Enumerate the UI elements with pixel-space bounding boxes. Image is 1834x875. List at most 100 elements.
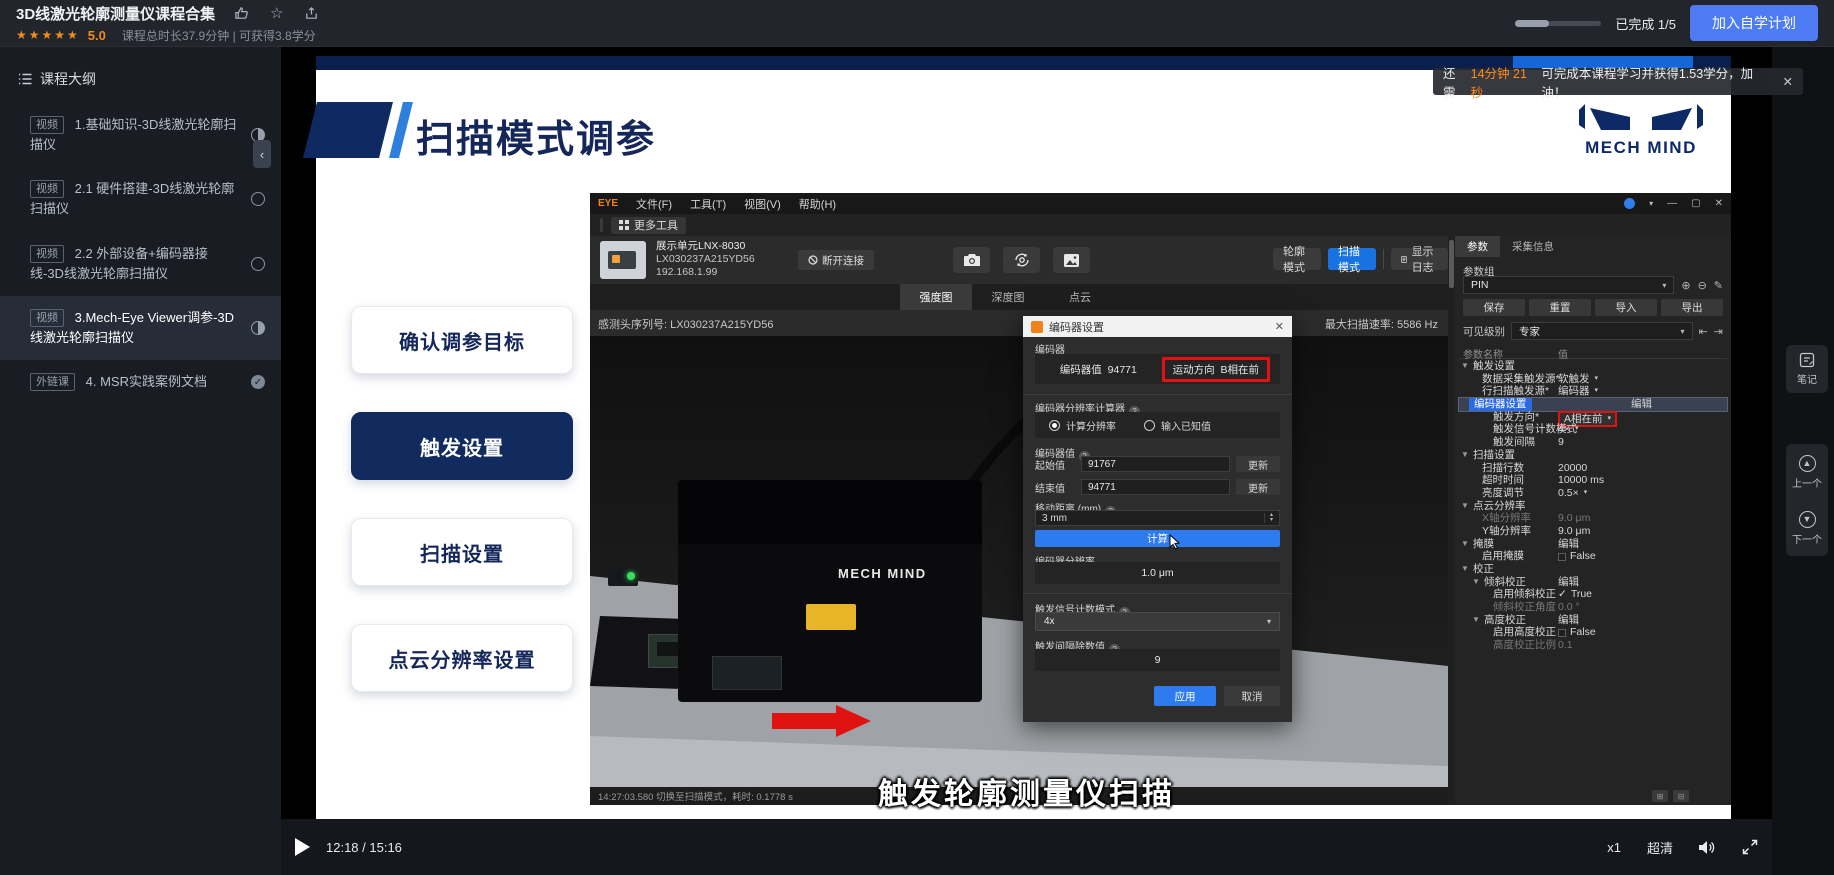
favorite-star-icon[interactable]: ☆ — [268, 5, 285, 22]
parameter-row[interactable]: ▼ 校正 ✓ ▾ — [1459, 563, 1727, 576]
window-maximize-button[interactable]: ▢ — [1691, 198, 1700, 209]
parameter-value[interactable]: ✓ 软触发▾ — [1558, 373, 1725, 386]
menu-file[interactable]: 文件(F) — [636, 196, 672, 212]
divisor-value[interactable]: 9 — [1035, 649, 1280, 671]
window-close-button[interactable]: ✕ — [1715, 198, 1723, 209]
like-icon[interactable] — [233, 5, 250, 22]
count-mode-dropdown[interactable]: 4x▾ — [1035, 612, 1280, 631]
parameter-row[interactable]: ▼ 触发方向* ✓ A相在前▾ — [1459, 411, 1727, 424]
end-value-input[interactable]: 94771 — [1081, 479, 1230, 495]
account-avatar-icon[interactable] — [1624, 198, 1635, 209]
dialog-close-button[interactable]: ✕ — [1275, 320, 1284, 333]
parameter-value[interactable]: ✓ 20000▾ — [1558, 462, 1725, 475]
disconnect-button[interactable]: 断开连接 — [798, 250, 874, 270]
parameter-row[interactable]: ▼ 超时时间 ✓ 10000 ms▾ — [1459, 474, 1727, 487]
parameter-group-select[interactable]: PIN▾ — [1463, 276, 1674, 294]
import-button[interactable]: 导入 — [1595, 299, 1657, 316]
radio-calc-resolution[interactable]: 计算分辨率 — [1049, 418, 1116, 433]
reset-button[interactable]: 重置 — [1529, 299, 1591, 316]
parameter-row[interactable]: ▼ 倾斜校正 ✓ 编辑▾ — [1459, 576, 1727, 589]
expand-arrow-icon[interactable]: ▼ — [1461, 449, 1469, 462]
collapse-all-icon[interactable]: ⇤ — [1699, 325, 1708, 338]
parameter-value[interactable]: ✓ False▾ — [1558, 626, 1725, 639]
parameter-value[interactable]: ✓ 4×▾ — [1558, 423, 1725, 436]
more-tools-button[interactable]: 更多工具 — [611, 217, 686, 234]
parameter-row[interactable]: ▼ 倾斜校正角度 ✓ 0.0 °▾ — [1459, 601, 1727, 614]
parameter-row[interactable]: ▼ 触发设置 ✓ ▾ — [1459, 360, 1727, 373]
calculate-button[interactable]: 计算 — [1035, 530, 1280, 547]
menu-tools[interactable]: 工具(T) — [690, 196, 726, 212]
parameter-row[interactable]: ▼ 启用高度校正 ✓ False▾ — [1459, 626, 1727, 639]
fullscreen-icon[interactable] — [1742, 839, 1758, 855]
notification-close-icon[interactable]: ✕ — [1783, 74, 1793, 89]
continuous-capture-button[interactable] — [1003, 247, 1040, 273]
parameter-row[interactable]: ▼ Y轴分辨率 ✓ 9.0 μm▾ — [1459, 525, 1727, 538]
parameter-row[interactable]: ▼ 编码器设置 ✓ 编辑▾ — [1459, 398, 1727, 411]
parameter-row[interactable]: ▼ 扫描行数 ✓ 20000▾ — [1459, 462, 1727, 475]
parameter-row[interactable]: ▼ 点云分辨率 ✓ ▾ — [1459, 500, 1727, 513]
quality-button[interactable]: 超清 — [1647, 838, 1673, 857]
tab-acquisition-info[interactable]: 采集信息 — [1500, 236, 1566, 257]
expand-arrow-icon[interactable]: ▼ — [1472, 576, 1480, 589]
parameter-row[interactable]: ▼ 启用倾斜校正 ✓ True▾ — [1459, 588, 1727, 601]
remove-group-icon[interactable]: ⊖ — [1698, 279, 1707, 292]
parameter-row[interactable]: ▼ 扫描设置 ✓ ▾ — [1459, 449, 1727, 462]
update-end-button[interactable]: 更新 — [1236, 479, 1280, 495]
parameter-row[interactable]: ▼ 高度校正比例 ✓ 0.1▾ — [1459, 639, 1727, 652]
sidebar-collapse-button[interactable]: ‹ — [253, 140, 271, 168]
show-log-button[interactable]: 显示日志 — [1391, 248, 1448, 270]
account-dropdown-arrow[interactable]: ▾ — [1649, 199, 1653, 208]
apply-button[interactable]: 应用 — [1154, 686, 1216, 706]
parameter-value[interactable]: ✓ 9▾ — [1558, 436, 1725, 449]
expand-arrow-icon[interactable]: ▼ — [1461, 563, 1469, 576]
course-outline-item[interactable]: 视频 2.1 硬件搭建-3D线激光轮廓扫描仪 — [0, 167, 281, 231]
distance-spinner[interactable]: 3 mm ▴▾ — [1035, 510, 1280, 526]
expand-all-icon[interactable]: ⇥ — [1714, 325, 1723, 338]
slide-menu-button[interactable]: 触发设置 — [351, 412, 573, 480]
view-tab[interactable]: 点云 — [1044, 284, 1116, 310]
expand-arrow-icon[interactable]: ▼ — [1461, 538, 1469, 551]
parameter-row[interactable]: ▼ 行扫描触发源* ✓ 编码器▾ — [1459, 385, 1727, 398]
parameter-value[interactable]: ✓ 编辑▾ — [1558, 398, 1725, 411]
parameter-row[interactable]: ▼ 启用掩膜 ✓ False▾ — [1459, 550, 1727, 563]
parameter-row[interactable]: ▼ X轴分辨率 ✓ 9.0 μm▾ — [1459, 512, 1727, 525]
capture-button[interactable] — [953, 247, 990, 273]
view-tab[interactable]: 深度图 — [972, 284, 1044, 310]
menu-view[interactable]: 视图(V) — [744, 196, 781, 212]
parameter-value[interactable]: ✓ 编辑▾ — [1558, 576, 1725, 589]
course-outline-item[interactable]: 视频 1.基础知识-3D线激光轮廓扫描仪 — [0, 103, 281, 167]
profile-mode-button[interactable]: 轮廓模式 — [1273, 248, 1321, 270]
window-minimize-button[interactable]: — — [1667, 198, 1677, 209]
save-button[interactable]: 保存 — [1463, 299, 1525, 316]
course-outline-item[interactable]: 视频 3.Mech-Eye Viewer调参-3D线激光轮廓扫描仪 — [0, 296, 281, 360]
course-outline-item[interactable]: 外链课 4. MSR实践案例文档 — [0, 360, 281, 404]
parameter-row[interactable]: ▼ 掩膜 ✓ 编辑▾ — [1459, 538, 1727, 551]
parameter-value[interactable]: ✓ True▾ — [1558, 588, 1725, 601]
image-view-button[interactable] — [1053, 247, 1090, 273]
parameter-value[interactable]: ✓ 10000 ms▾ — [1558, 474, 1725, 487]
playback-speed-button[interactable]: x1 — [1607, 840, 1621, 855]
parameter-value[interactable]: ✓ 9.0 μm▾ — [1558, 512, 1725, 525]
expand-arrow-icon[interactable]: ▼ — [1472, 614, 1480, 627]
checkbox[interactable] — [1558, 629, 1566, 637]
parameter-row[interactable]: ▼ 触发间隔 ✓ 9▾ — [1459, 436, 1727, 449]
volume-icon[interactable] — [1699, 840, 1716, 855]
notes-button[interactable]: 笔记 — [1786, 345, 1828, 393]
parameter-value[interactable]: ✓ 0.5×▾ — [1558, 487, 1725, 500]
view-tab[interactable]: 强度图 — [900, 284, 972, 310]
export-button[interactable]: 导出 — [1661, 299, 1723, 316]
video-player[interactable]: 扫描模式调参 MECH MIND 确认调参目标触发设置扫描设置点云分辨率设置 E… — [281, 47, 1772, 875]
slide-menu-button[interactable]: 扫描设置 — [351, 518, 573, 586]
play-button[interactable] — [295, 838, 310, 856]
start-value-input[interactable]: 91767 — [1081, 456, 1230, 472]
viewport-scrollbar[interactable] — [1448, 236, 1455, 805]
parameter-row[interactable]: ▼ 触发信号计数模式 ✓ 4×▾ — [1459, 423, 1727, 436]
slide-menu-button[interactable]: 确认调参目标 — [351, 306, 573, 374]
parameter-value[interactable]: ✓ False▾ — [1558, 550, 1725, 563]
cancel-button[interactable]: 取消 — [1224, 686, 1280, 706]
next-lesson-button[interactable]: ▼ 下一个 — [1786, 500, 1828, 556]
update-start-button[interactable]: 更新 — [1236, 456, 1280, 472]
tab-parameters[interactable]: 参数 — [1455, 236, 1500, 257]
parameter-row[interactable]: ▼ 高度校正 ✓ 编辑▾ — [1459, 614, 1727, 627]
parameter-value[interactable]: ✓ 编辑▾ — [1558, 538, 1725, 551]
